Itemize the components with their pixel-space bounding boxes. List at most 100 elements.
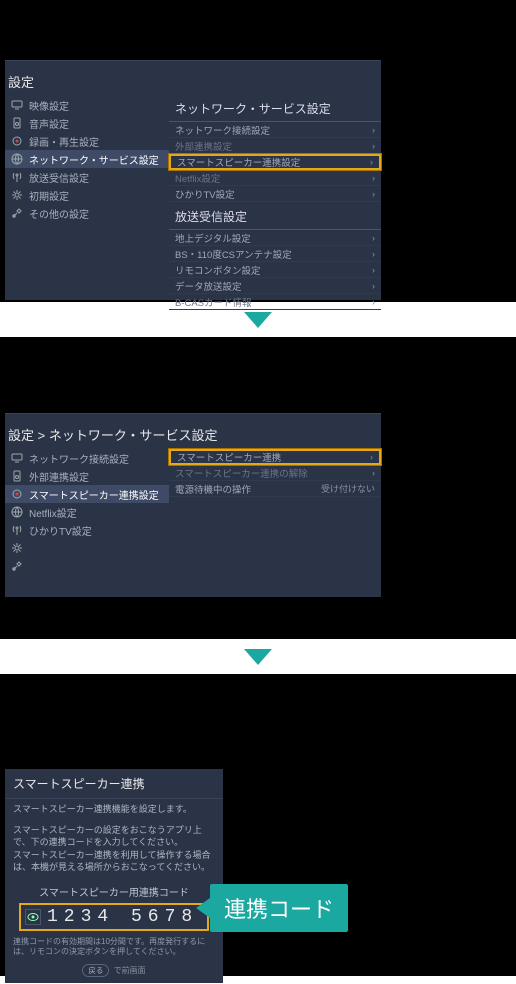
item-label: データ放送設定 (175, 279, 242, 293)
section-header: ネットワーク・サービス設定 (169, 96, 381, 122)
menu-item[interactable]: スマートスピーカー連携 › (169, 449, 381, 465)
sidebar-item[interactable]: 録画・再生設定 (5, 132, 169, 150)
rec-icon (9, 487, 25, 501)
gear-icon (9, 188, 25, 202)
screen-title: 設定 (8, 72, 34, 91)
menu-item[interactable]: B-CASカード情報 › (169, 294, 381, 310)
sidebar-item-empty (5, 557, 169, 575)
display-icon (9, 98, 25, 112)
item-label: スマートスピーカー連携 (177, 450, 281, 464)
tools-icon (9, 206, 25, 220)
tools-icon (9, 559, 25, 573)
sidebar-item-label: 録画・再生設定 (29, 134, 99, 149)
chevron-right-icon: › (372, 141, 375, 151)
sidebar-item[interactable]: Netflix設定 (5, 503, 169, 521)
chevron-right-icon: › (372, 265, 375, 275)
chevron-right-icon: › (372, 297, 375, 307)
menu-item[interactable]: Netflix設定 › (169, 170, 381, 186)
code-note: 連携コードの有効期間は10分間です。再度発行するには、リモコンの決定ボタンを押し… (5, 935, 223, 960)
code-label: スマートスピーカー用連携コード (5, 884, 223, 899)
chevron-right-icon: › (370, 157, 373, 167)
item-value: 受け付けない (321, 482, 375, 495)
sidebar-item[interactable]: 外部連携設定 (5, 467, 169, 485)
menu-item[interactable]: BS・110度CSアンテナ設定 › (169, 246, 381, 262)
sidebar: ネットワーク接続設定外部連携設定スマートスピーカー連携設定 Netflix設定ひか… (5, 449, 169, 575)
display-icon (9, 451, 25, 465)
item-label: 地上デジタル設定 (175, 231, 251, 245)
sidebar-item-label: ひかりTV設定 (29, 523, 92, 538)
settings-screen-3: スマートスピーカー連携 スマートスピーカー連携機能を設定します。 スマートスピー… (0, 674, 516, 976)
item-label: スマートスピーカー連携設定 (177, 155, 300, 169)
menu-item[interactable]: ひかりTV設定› (169, 186, 381, 202)
right-column: スマートスピーカー連携 › スマートスピーカー連携の解除 › 電源待機中の操作 受け付けな… (169, 449, 381, 497)
menu-item[interactable]: スマートスピーカー連携の解除 › (169, 465, 381, 481)
code-box[interactable]: 1234 5678 (19, 903, 209, 931)
sidebar-item[interactable]: 放送受信設定 (5, 168, 169, 186)
section-header: 放送受信設定 (169, 204, 381, 230)
item-label: リモコンボタン設定 (175, 263, 261, 277)
rec-icon (9, 134, 25, 148)
sidebar-item[interactable]: ネットワーク接続設定 (5, 449, 169, 467)
item-label: 外部連携設定 (175, 139, 232, 153)
chevron-right-icon: › (372, 281, 375, 291)
arrow-down-icon (244, 312, 272, 328)
sidebar-item-label: 外部連携設定 (29, 469, 89, 484)
sidebar-item[interactable]: その他の設定 (5, 204, 169, 222)
sidebar-item-label: 音声設定 (29, 116, 69, 131)
item-label: スマートスピーカー連携の解除 (175, 466, 308, 480)
menu-item[interactable]: 電源待機中の操作 受け付けない (169, 481, 381, 497)
net-icon (9, 505, 25, 519)
item-label: Netflix設定 (175, 171, 220, 185)
settings-screen-2: 設定 > ネットワーク・サービス設定 ネットワーク接続設定外部連携設定スマートス… (0, 337, 516, 639)
antenna-icon (9, 170, 25, 184)
menu-item[interactable]: リモコンボタン設定 › (169, 262, 381, 278)
sidebar-item-label: スマートスピーカー連携設定 (29, 487, 159, 502)
net-icon (9, 152, 25, 166)
chevron-right-icon: › (370, 452, 373, 462)
chevron-right-icon: › (372, 173, 375, 183)
footer-hint: 戻る で前画面 (5, 964, 223, 977)
item-label: B-CASカード情報 (175, 295, 252, 309)
right-column: ネットワーク・サービス設定 ネットワーク接続設定›外部連携設定›スマートスピーカ… (169, 96, 381, 310)
sidebar-item-label: 放送受信設定 (29, 170, 89, 185)
menu-item[interactable]: 外部連携設定 › (169, 138, 381, 154)
sidebar-item-label: Netflix設定 (29, 505, 77, 520)
item-label: BS・110度CSアンテナ設定 (175, 247, 292, 261)
eye-icon (25, 909, 41, 925)
settings-screen-1: 設定 映像設定音声設定録画・再生設定ネットワーク・サービス設定放送受信設定初期設… (0, 0, 516, 302)
sidebar-item[interactable]: 初期設定 (5, 186, 169, 204)
chevron-right-icon: › (372, 125, 375, 135)
chevron-right-icon: › (372, 189, 375, 199)
sidebar-item[interactable]: 映像設定 (5, 96, 169, 114)
footer-text: で前画面 (114, 966, 146, 975)
menu-item[interactable]: ネットワーク接続設定 › (169, 122, 381, 138)
item-label: 電源待機中の操作 (175, 482, 251, 496)
menu-item[interactable]: 地上デジタル設定 › (169, 230, 381, 246)
sidebar-item-empty (5, 539, 169, 557)
sidebar-item[interactable]: ひかりTV設定 (5, 521, 169, 539)
back-button[interactable]: 戻る (82, 964, 109, 977)
arrow-divider (0, 639, 516, 674)
code-digits: 1234 5678 (47, 907, 198, 927)
sidebar-item[interactable]: ネットワーク・サービス設定 (5, 150, 169, 168)
sidebar-item-label: その他の設定 (29, 206, 89, 221)
dialog-desc2: スマートスピーカーの設定をおこなうアプリ上で、下の連携コードを入力してください。… (5, 820, 223, 878)
dialog-desc1: スマートスピーカー連携機能を設定します。 (5, 799, 223, 820)
callout-label: 連携コード (210, 884, 348, 932)
menu-item[interactable]: スマートスピーカー連携設定 › (169, 154, 381, 170)
sidebar-item[interactable]: スマートスピーカー連携設定 (5, 485, 169, 503)
arrow-down-icon (244, 649, 272, 665)
chevron-right-icon: › (372, 468, 375, 478)
sidebar-item[interactable]: 音声設定 (5, 114, 169, 132)
chevron-right-icon: › (372, 233, 375, 243)
gear-icon (9, 541, 25, 555)
sidebar: 映像設定音声設定録画・再生設定ネットワーク・サービス設定放送受信設定初期設定その… (5, 96, 169, 222)
speaker-icon (9, 116, 25, 130)
item-label: ネットワーク接続設定 (175, 123, 270, 137)
sidebar-item-label: ネットワーク・サービス設定 (29, 152, 159, 167)
chevron-right-icon: › (372, 249, 375, 259)
breadcrumb: 設定 > ネットワーク・サービス設定 (8, 425, 218, 444)
menu-item[interactable]: データ放送設定 › (169, 278, 381, 294)
sidebar-item-label: ネットワーク接続設定 (29, 451, 129, 466)
speaker-icon (9, 469, 25, 483)
